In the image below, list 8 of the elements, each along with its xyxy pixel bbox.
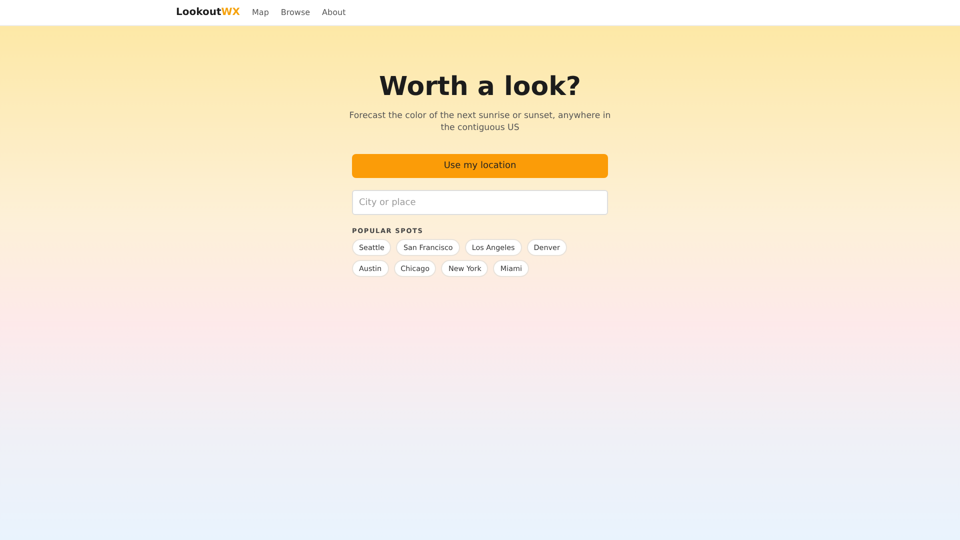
use-location-button[interactable]: Use my location bbox=[352, 154, 608, 178]
nav-link[interactable]: About bbox=[322, 8, 346, 17]
subtitle: Forecast the color of the next sunrise or sunset, anywhere in the contiguous US bbox=[348, 110, 612, 134]
search-field[interactable]: City or place bbox=[352, 190, 608, 215]
page-title: Worth a look? bbox=[378, 72, 582, 102]
logo[interactable]: LookoutWX bbox=[176, 7, 240, 18]
nav-link[interactable]: Map bbox=[252, 8, 269, 17]
nav-link[interactable]: Browse bbox=[280, 8, 310, 17]
